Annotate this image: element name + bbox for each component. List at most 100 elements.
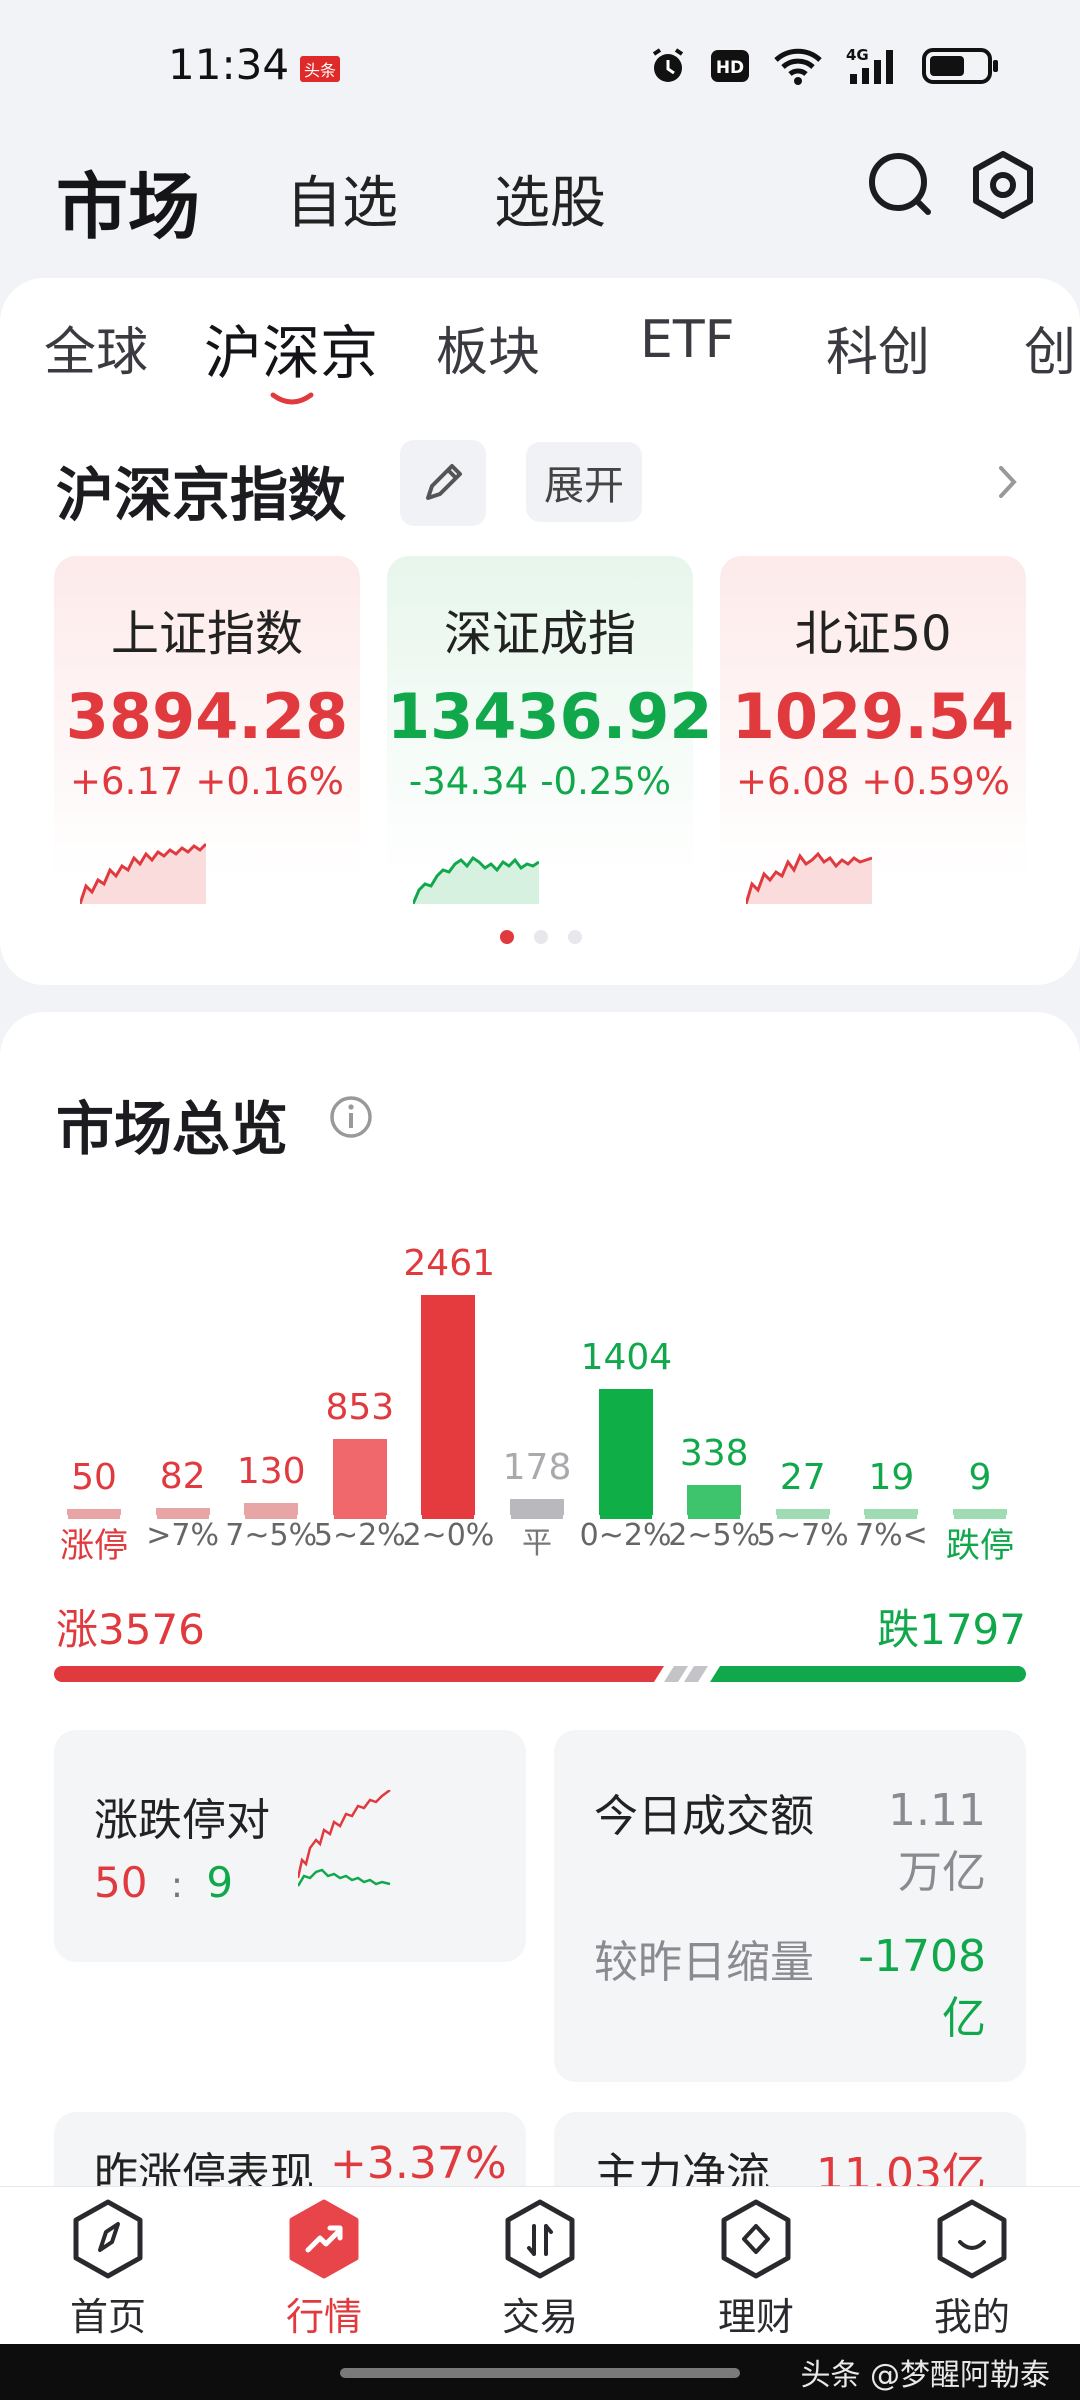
nav-me[interactable]: 我的 — [912, 2198, 1032, 2339]
pager-dot — [534, 930, 548, 944]
pager-dot — [568, 930, 582, 944]
yesterday-limit-value: +3.37% — [330, 2138, 507, 2189]
overview-title: 市场总览 — [56, 1095, 289, 1163]
bar — [421, 1295, 476, 1515]
nav-trade[interactable]: 交易 — [480, 2198, 600, 2339]
index-name: 深证成指 — [443, 606, 636, 662]
trend-up-icon — [289, 2199, 359, 2279]
rise-segment — [54, 1666, 664, 1682]
bar — [510, 1499, 564, 1515]
home-indicator[interactable] — [340, 2368, 740, 2378]
limit-up-count: 50 — [94, 1858, 148, 1907]
news-badge: 头条 — [300, 56, 341, 82]
watermark: 头条 @梦醒阿勒泰 — [800, 2358, 1050, 2393]
bar-value-label: 338 — [679, 1433, 749, 1474]
pencil-icon — [426, 464, 462, 500]
bar-category-label: >7% — [146, 1518, 219, 1553]
limit-ratio-title: 涨跌停对 — [94, 1795, 270, 1846]
status-icons: HD 4G — [648, 44, 1000, 88]
limit-ratio-card[interactable]: 涨跌停对 50 : 9 — [54, 1730, 526, 1962]
index-name: 上证指数 — [110, 606, 303, 662]
compare-value: -1708亿 — [858, 1931, 986, 2044]
bar — [332, 1439, 387, 1515]
tab-stock-picker[interactable]: 选股 — [494, 158, 606, 239]
flat-segment — [664, 1666, 688, 1682]
index-card-shenzhen[interactable]: 深证成指 13436.92 -34.34 -0.25% — [387, 556, 713, 916]
bar — [687, 1485, 742, 1515]
tab-etf[interactable]: ETF — [640, 310, 735, 370]
compass-icon — [73, 2199, 143, 2279]
bar — [155, 1508, 210, 1515]
bar-category-label: 7%< — [855, 1518, 928, 1553]
bar-value-label: 2461 — [403, 1243, 496, 1284]
index-name: 北证50 — [794, 606, 952, 662]
flat-segment — [684, 1666, 708, 1682]
turnover-card[interactable]: 今日成交额 1.11万亿 较昨日缩量 -1708亿 — [554, 1730, 1026, 2082]
bar-category-label: 跌停 — [946, 1526, 1014, 1566]
bar — [244, 1503, 299, 1515]
bar — [67, 1509, 121, 1515]
tab-sectors[interactable]: 板块 — [436, 310, 540, 385]
turnover-title: 今日成交额 — [594, 1791, 814, 1842]
nav-home[interactable]: 首页 — [48, 2198, 168, 2339]
battery-icon — [922, 48, 998, 84]
settings-icon[interactable] — [968, 150, 1038, 220]
fall-count: 跌1797 — [877, 1605, 1026, 1654]
nav-market[interactable]: 行情 — [264, 2198, 384, 2339]
bar-value-label: 130 — [236, 1451, 306, 1492]
nav-label: 行情 — [285, 2295, 362, 2339]
pager-dot-active — [500, 930, 514, 944]
nav-wealth[interactable]: 理财 — [696, 2198, 816, 2339]
signal-4g-icon: 4G — [846, 46, 893, 84]
search-icon[interactable] — [866, 150, 936, 220]
bar-value-label: 19 — [868, 1457, 915, 1498]
index-change: -34.34 — [408, 760, 529, 803]
bar-value-label: 853 — [325, 1387, 395, 1428]
turnover-value: 1.11万亿 — [888, 1785, 986, 1898]
wifi-icon — [774, 48, 822, 85]
tab-watchlist[interactable]: 自选 — [286, 158, 398, 239]
index-section-title: 沪深京指数 — [56, 461, 347, 529]
svg-text:HD: HD — [716, 58, 744, 78]
index-sparkline — [746, 851, 872, 904]
ratio-separator: : — [170, 1865, 183, 1906]
smile-icon — [937, 2199, 1007, 2279]
tab-chinext[interactable]: 创 — [1024, 310, 1076, 385]
edit-button[interactable] — [400, 440, 486, 526]
index-card-shanghai[interactable]: 上证指数 3894.28 +6.17 +0.16% — [54, 556, 360, 916]
tab-star-market[interactable]: 科创 — [826, 310, 930, 385]
active-tab-indicator — [270, 392, 314, 405]
index-value: 1029.54 — [731, 680, 1015, 753]
bar-value-label: 50 — [71, 1457, 117, 1498]
index-value: 13436.92 — [387, 680, 713, 753]
bar-category-label: 0~2% — [579, 1518, 672, 1553]
bar-category-label: 涨停 — [60, 1526, 128, 1566]
bar-category-label: 2~5% — [668, 1518, 761, 1553]
index-percent: +0.16% — [195, 760, 344, 803]
bar — [775, 1509, 830, 1515]
nav-label: 首页 — [69, 2295, 146, 2339]
bar-value-label: 9 — [968, 1457, 992, 1498]
diamond-icon — [721, 2199, 791, 2279]
info-icon[interactable] — [328, 1094, 374, 1140]
fall-segment — [710, 1666, 1026, 1682]
bar-value-label: 27 — [779, 1457, 826, 1498]
alarm-icon — [652, 48, 684, 82]
index-sparkline — [413, 855, 539, 904]
index-percent: +0.59% — [861, 760, 1010, 803]
compare-label: 较昨日缩量 — [594, 1937, 814, 1988]
tab-shanghai-shenzhen-beijing[interactable]: 沪深京 — [204, 306, 378, 390]
expand-button[interactable]: 展开 — [526, 442, 642, 522]
bar-value-label: 82 — [159, 1456, 206, 1497]
hd-icon: HD — [711, 50, 749, 82]
index-card-beijing50[interactable]: 北证50 1029.54 +6.08 +0.59% — [720, 556, 1026, 916]
bar — [598, 1389, 653, 1515]
page-title: 市场 — [56, 165, 201, 249]
bar-category-label: 7~5% — [225, 1518, 318, 1553]
tab-global[interactable]: 全球 — [44, 310, 148, 385]
bar — [953, 1509, 1007, 1515]
bar-category-label: 5~2% — [313, 1518, 406, 1553]
chevron-right-icon[interactable] — [996, 464, 1020, 500]
bar-category-label: 平 — [522, 1526, 552, 1561]
svg-text:4G: 4G — [846, 46, 869, 64]
